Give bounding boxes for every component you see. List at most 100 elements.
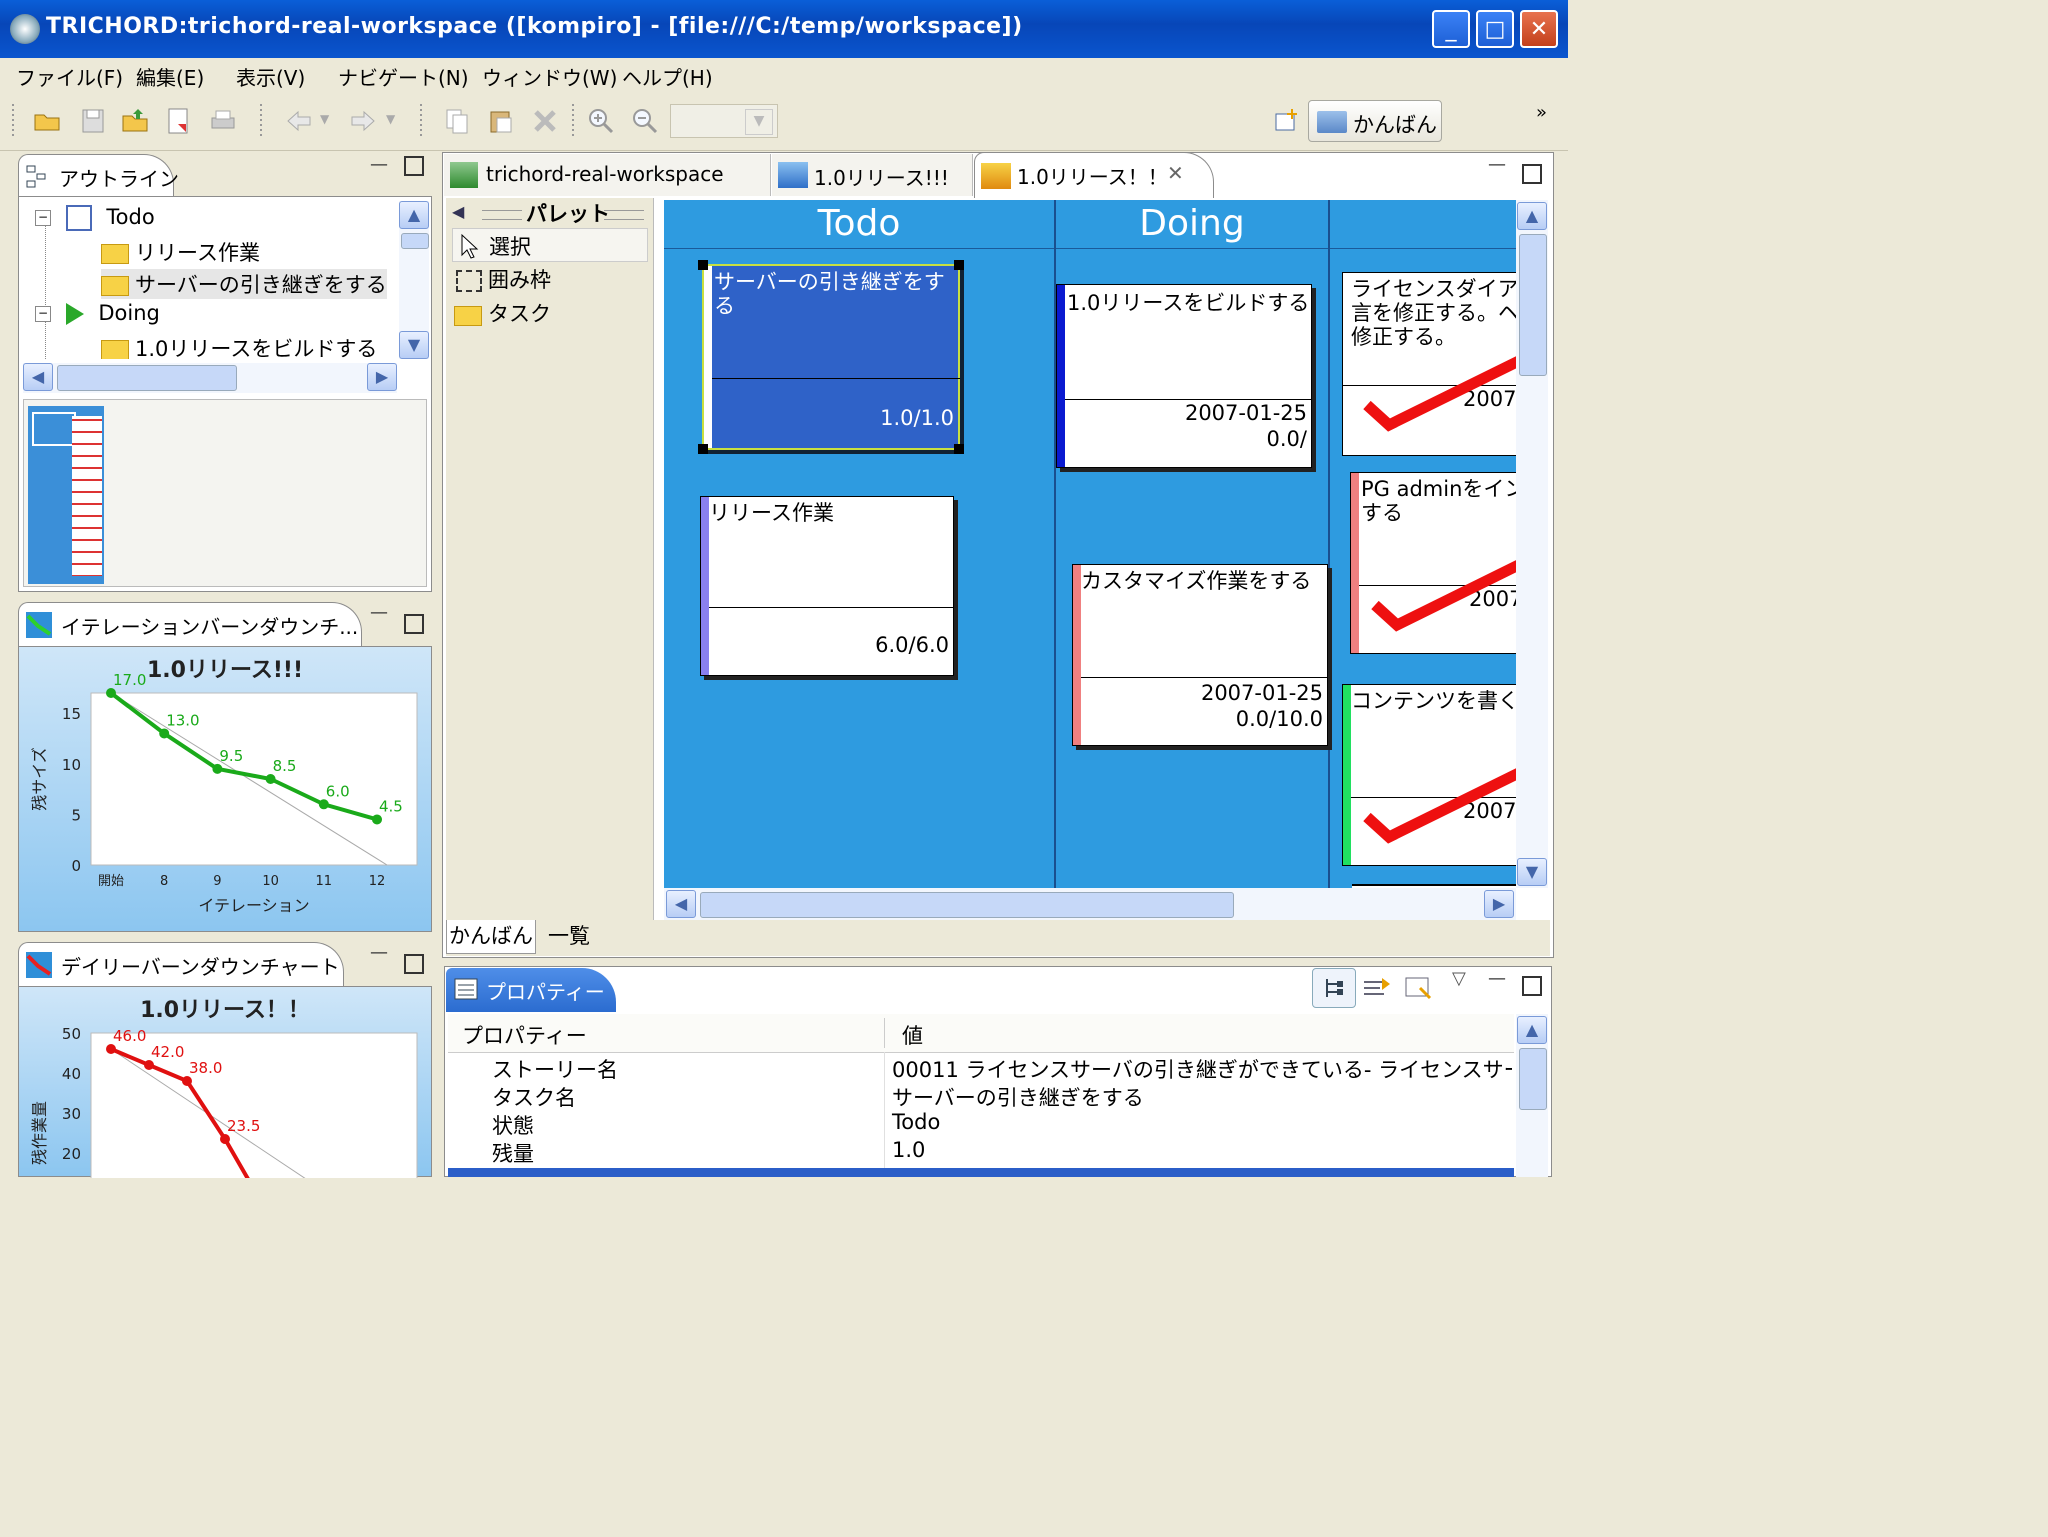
- maximize-editor-icon[interactable]: [1522, 164, 1542, 184]
- scroll-thumb[interactable]: [1519, 1048, 1547, 1110]
- menu-file[interactable]: ファイル(F): [16, 62, 123, 91]
- tree-item-todo[interactable]: − Todo: [35, 205, 155, 231]
- close-button[interactable]: ✕: [1520, 10, 1558, 48]
- tree-item-doing[interactable]: − Doing: [35, 301, 160, 325]
- overview-area[interactable]: [23, 399, 427, 587]
- palette-collapse-icon[interactable]: ◀: [452, 202, 464, 221]
- scroll-down-button[interactable]: ▼: [399, 331, 429, 359]
- forward-arrow-icon[interactable]: [348, 106, 378, 136]
- menu-window[interactable]: ウィンドウ(W): [482, 62, 617, 91]
- editor-tab-workspace[interactable]: trichord-real-workspace: [444, 154, 771, 196]
- scroll-thumb[interactable]: [57, 365, 237, 391]
- tree-item-build[interactable]: 1.0リリースをビルドする: [101, 333, 377, 359]
- maximize-button[interactable]: □: [1476, 10, 1514, 48]
- forward-dropdown-icon[interactable]: ▼: [386, 112, 395, 126]
- view-menu-icon[interactable]: ▽: [1452, 968, 1466, 989]
- back-dropdown-icon[interactable]: ▼: [320, 112, 329, 126]
- task-card[interactable]: リリース作業 6.0/6.0: [700, 496, 954, 676]
- overview-thumbnail[interactable]: [28, 406, 104, 584]
- copy-icon[interactable]: [442, 106, 472, 136]
- outline-hscrollbar[interactable]: ◀ ▶: [23, 363, 397, 393]
- back-arrow-icon[interactable]: [284, 106, 314, 136]
- restore-default-icon[interactable]: [1404, 974, 1434, 1002]
- tab-list[interactable]: 一覧: [538, 920, 600, 954]
- minimize-view-icon[interactable]: —: [370, 154, 388, 175]
- task-card-done[interactable]: コンテンツを書く 2007: [1342, 684, 1516, 866]
- maximize-view-icon[interactable]: [404, 954, 424, 974]
- minimize-view-icon[interactable]: —: [370, 602, 388, 623]
- show-categories-button[interactable]: [1312, 968, 1356, 1008]
- selection-handle[interactable]: [698, 444, 708, 454]
- paste-icon[interactable]: [486, 106, 516, 136]
- perspective-button[interactable]: かんばん: [1308, 100, 1442, 142]
- menu-view[interactable]: 表示(V): [236, 62, 305, 91]
- export-icon[interactable]: [164, 106, 194, 136]
- task-card[interactable]: 1.0リリースをビルドする 2007-01-25 0.0/: [1056, 284, 1312, 468]
- board-vscrollbar[interactable]: ▲ ▼: [1516, 200, 1548, 888]
- table-row-selected[interactable]: [448, 1168, 1514, 1177]
- scroll-right-button[interactable]: ▶: [1484, 890, 1514, 918]
- chevron-more-icon[interactable]: »: [1536, 102, 1547, 123]
- minimize-button[interactable]: _: [1432, 10, 1470, 48]
- tree-item-server-handover[interactable]: サーバーの引き継ぎをする: [101, 269, 387, 299]
- scroll-left-button[interactable]: ◀: [23, 363, 53, 391]
- maximize-view-icon[interactable]: [404, 156, 424, 176]
- editor-tab-kanban-active[interactable]: 1.0リリース！！ ✕: [974, 152, 1214, 198]
- selection-handle[interactable]: [954, 444, 964, 454]
- collapse-icon[interactable]: −: [35, 210, 51, 226]
- delete-icon[interactable]: [530, 106, 560, 136]
- scroll-thumb[interactable]: [1519, 234, 1547, 376]
- iteration-burndown-tab[interactable]: イテレーションバーンダウンチ...: [18, 602, 362, 646]
- scroll-up-button[interactable]: ▲: [399, 201, 429, 229]
- board-hscrollbar[interactable]: ◀ ▶: [664, 888, 1516, 920]
- selection-handle[interactable]: [954, 260, 964, 270]
- minimize-view-icon[interactable]: —: [370, 942, 388, 963]
- daily-burndown-tab[interactable]: デイリーバーンダウンチャート: [18, 942, 344, 986]
- scroll-up-button[interactable]: ▲: [1517, 1016, 1547, 1044]
- table-row[interactable]: タスク名 サーバーの引き継ぎをする: [448, 1082, 1514, 1110]
- open-perspective-icon[interactable]: [1272, 106, 1302, 136]
- scroll-thumb[interactable]: [401, 233, 429, 249]
- save-icon[interactable]: [78, 106, 108, 136]
- palette-item-task[interactable]: タスク: [452, 298, 648, 332]
- task-card[interactable]: カスタマイズ作業をする 2007-01-25 0.0/10.0: [1072, 564, 1328, 746]
- scroll-down-button[interactable]: ▼: [1517, 858, 1547, 886]
- table-row[interactable]: ストーリー名 00011 ライセンスサーバの引き継ぎができている- ライセンスサ…: [448, 1054, 1514, 1082]
- save-all-icon[interactable]: [120, 106, 150, 136]
- zoom-out-icon[interactable]: [630, 106, 660, 136]
- zoom-combo[interactable]: ▼: [670, 104, 778, 138]
- print-icon[interactable]: [208, 106, 238, 136]
- open-folder-icon[interactable]: [32, 106, 62, 136]
- chevron-down-icon[interactable]: ▼: [745, 109, 773, 135]
- task-card-selected[interactable]: サーバーの引き継ぎをする 1.0/1.0: [698, 260, 964, 454]
- table-row[interactable]: 状態 Todo: [448, 1110, 1514, 1138]
- menu-edit[interactable]: 編集(E): [136, 62, 204, 91]
- outline-tab[interactable]: アウトライン: [18, 154, 179, 198]
- table-row[interactable]: 残量 1.0: [448, 1138, 1514, 1166]
- palette-item-frame[interactable]: 囲み枠: [452, 264, 648, 298]
- menu-help[interactable]: ヘルプ(H): [622, 62, 713, 91]
- collapse-icon[interactable]: −: [35, 306, 51, 322]
- tree-item-release-work[interactable]: リリース作業: [101, 237, 260, 267]
- scroll-up-button[interactable]: ▲: [1517, 202, 1547, 230]
- properties-tab[interactable]: プロパティー: [446, 968, 616, 1012]
- zoom-in-icon[interactable]: [586, 106, 616, 136]
- close-tab-icon[interactable]: ✕: [1167, 161, 1184, 185]
- maximize-view-icon[interactable]: [1522, 976, 1542, 996]
- palette-item-select[interactable]: 選択: [452, 228, 648, 262]
- minimize-editor-icon[interactable]: —: [1488, 154, 1506, 175]
- scroll-left-button[interactable]: ◀: [666, 890, 696, 918]
- properties-vscrollbar[interactable]: ▲: [1516, 1014, 1548, 1177]
- editor-tab-iteration[interactable]: 1.0リリース!!!: [772, 154, 973, 196]
- minimize-view-icon[interactable]: —: [1488, 968, 1506, 989]
- task-card-done[interactable]: ライセンスダイアロ 言を修正する。ヘ 修正する。 2007: [1342, 272, 1516, 456]
- kanban-board[interactable]: Todo Doing サーバーの引き継ぎをする 1.0/1.0 リリース作業 6…: [664, 200, 1516, 888]
- maximize-view-icon[interactable]: [404, 614, 424, 634]
- show-advanced-icon[interactable]: [1362, 974, 1392, 1002]
- scroll-right-button[interactable]: ▶: [367, 363, 397, 391]
- scroll-thumb[interactable]: [700, 892, 1234, 918]
- outline-vscrollbar[interactable]: ▲ ▼: [399, 201, 429, 359]
- task-card-done[interactable]: PG adminをイン する 2007: [1350, 472, 1516, 654]
- selection-handle[interactable]: [698, 260, 708, 270]
- tab-kanban[interactable]: かんばん: [446, 920, 536, 954]
